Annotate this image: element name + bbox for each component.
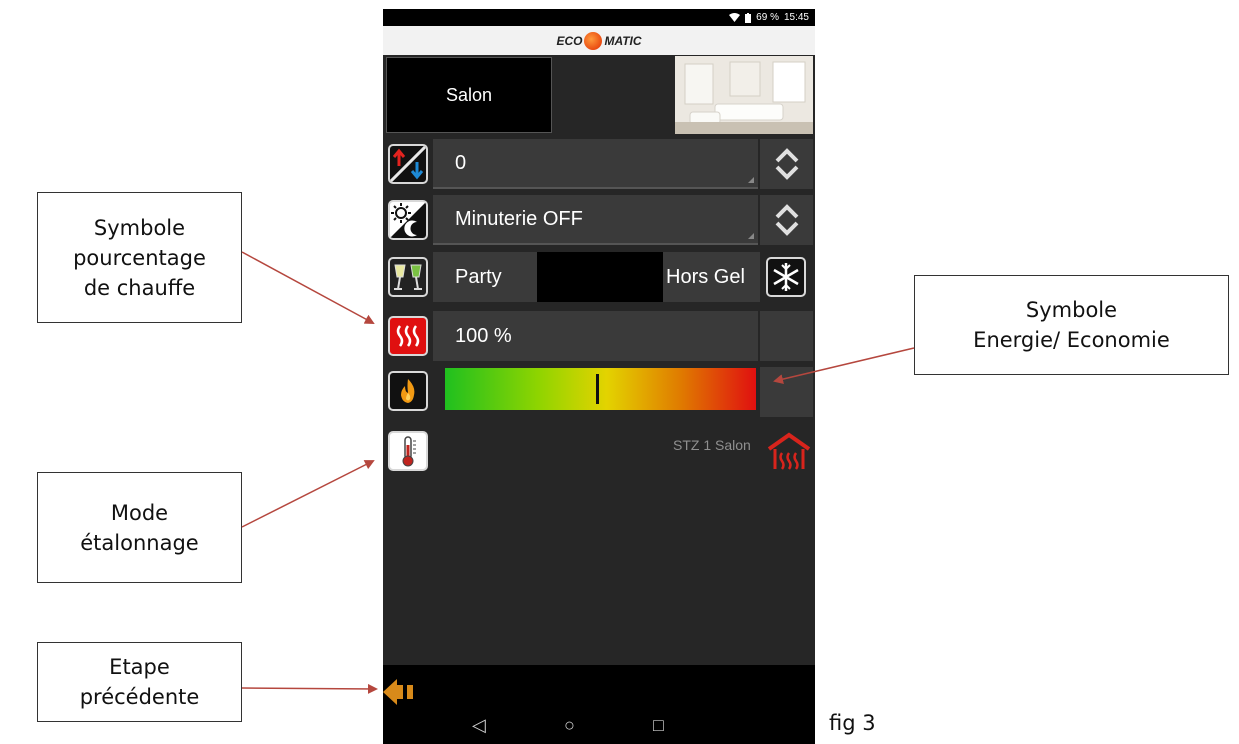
nav-recents-icon[interactable]: □ — [653, 715, 664, 736]
timer-spinner[interactable] — [760, 195, 813, 245]
party-label: Party — [455, 265, 502, 288]
setpoint-field[interactable]: 0 — [433, 139, 758, 189]
heating-button[interactable] — [388, 316, 428, 356]
spinner-icon — [775, 148, 798, 180]
energy-cell — [760, 311, 813, 361]
callout-heating-symbol: Symbole pourcentage de chauffe — [37, 192, 242, 323]
heating-percent: 100 % — [455, 324, 512, 347]
thermometer-icon — [402, 436, 416, 467]
house-heating-icon[interactable] — [766, 429, 812, 475]
arrow-calibration-mode — [241, 460, 375, 528]
hors-gel-button[interactable] — [766, 257, 806, 297]
setpoint-value: 0 — [455, 151, 467, 174]
snowflake-icon — [773, 263, 799, 291]
arrow-previous-step — [241, 683, 378, 694]
ecomatic-logo: ECO MATIC — [556, 31, 642, 50]
flame-icon — [401, 379, 415, 403]
brand-bar: ECO MATIC — [383, 26, 815, 55]
room-photo — [675, 56, 813, 134]
setpoint-button[interactable] — [388, 144, 428, 184]
calibration-button[interactable] — [388, 431, 428, 471]
device-label: STZ 1 Salon — [673, 437, 751, 453]
nav-home-icon[interactable]: ○ — [564, 715, 575, 736]
battery-percent: 69 % — [756, 12, 779, 23]
room-name: Salon — [445, 84, 493, 105]
timer-value: Minuterie OFF — [455, 207, 583, 230]
timer-field[interactable]: Minuterie OFF — [433, 195, 758, 245]
party-display — [537, 252, 663, 302]
wifi-icon — [729, 13, 741, 22]
android-nav-bar — [383, 665, 815, 744]
party-field[interactable]: Party — [433, 252, 537, 302]
callout-calibration-mode: Mode étalonnage — [37, 472, 242, 583]
flame-button[interactable] — [388, 371, 428, 411]
day-night-icon — [390, 202, 426, 238]
setpoint-arrows-icon — [390, 146, 426, 182]
day-night-button[interactable] — [388, 200, 428, 240]
energy-economy-symbol — [760, 367, 813, 417]
heating-icon — [396, 325, 420, 347]
clock: 15:45 — [783, 12, 809, 23]
phone-screen: 69 % 15:45 ECO MATIC Salon 0 Minuterie O… — [383, 9, 815, 744]
callout-previous-step: Etape précédente — [37, 642, 242, 722]
battery-icon — [745, 12, 752, 23]
status-bar: 69 % 15:45 — [383, 9, 815, 26]
nav-back-icon[interactable]: ◁ — [472, 715, 486, 736]
figure-caption: fig 3 — [829, 711, 876, 735]
setpoint-spinner[interactable] — [760, 139, 813, 189]
back-arrow-icon[interactable] — [383, 679, 417, 705]
hors-gel-label: Hors Gel — [666, 265, 745, 288]
hors-gel-field[interactable]: Hors Gel — [663, 252, 760, 302]
energy-gauge — [445, 368, 756, 410]
arrow-heating-symbol — [241, 251, 375, 324]
party-glasses-icon — [394, 264, 422, 290]
heating-percent-field: 100 % — [433, 311, 758, 361]
gauge-marker — [596, 374, 600, 404]
party-button[interactable] — [388, 257, 428, 297]
spinner-icon — [775, 204, 798, 236]
room-name-box[interactable]: Salon — [386, 57, 552, 133]
callout-energy-symbol: Symbole Energie/ Economie — [914, 275, 1229, 375]
